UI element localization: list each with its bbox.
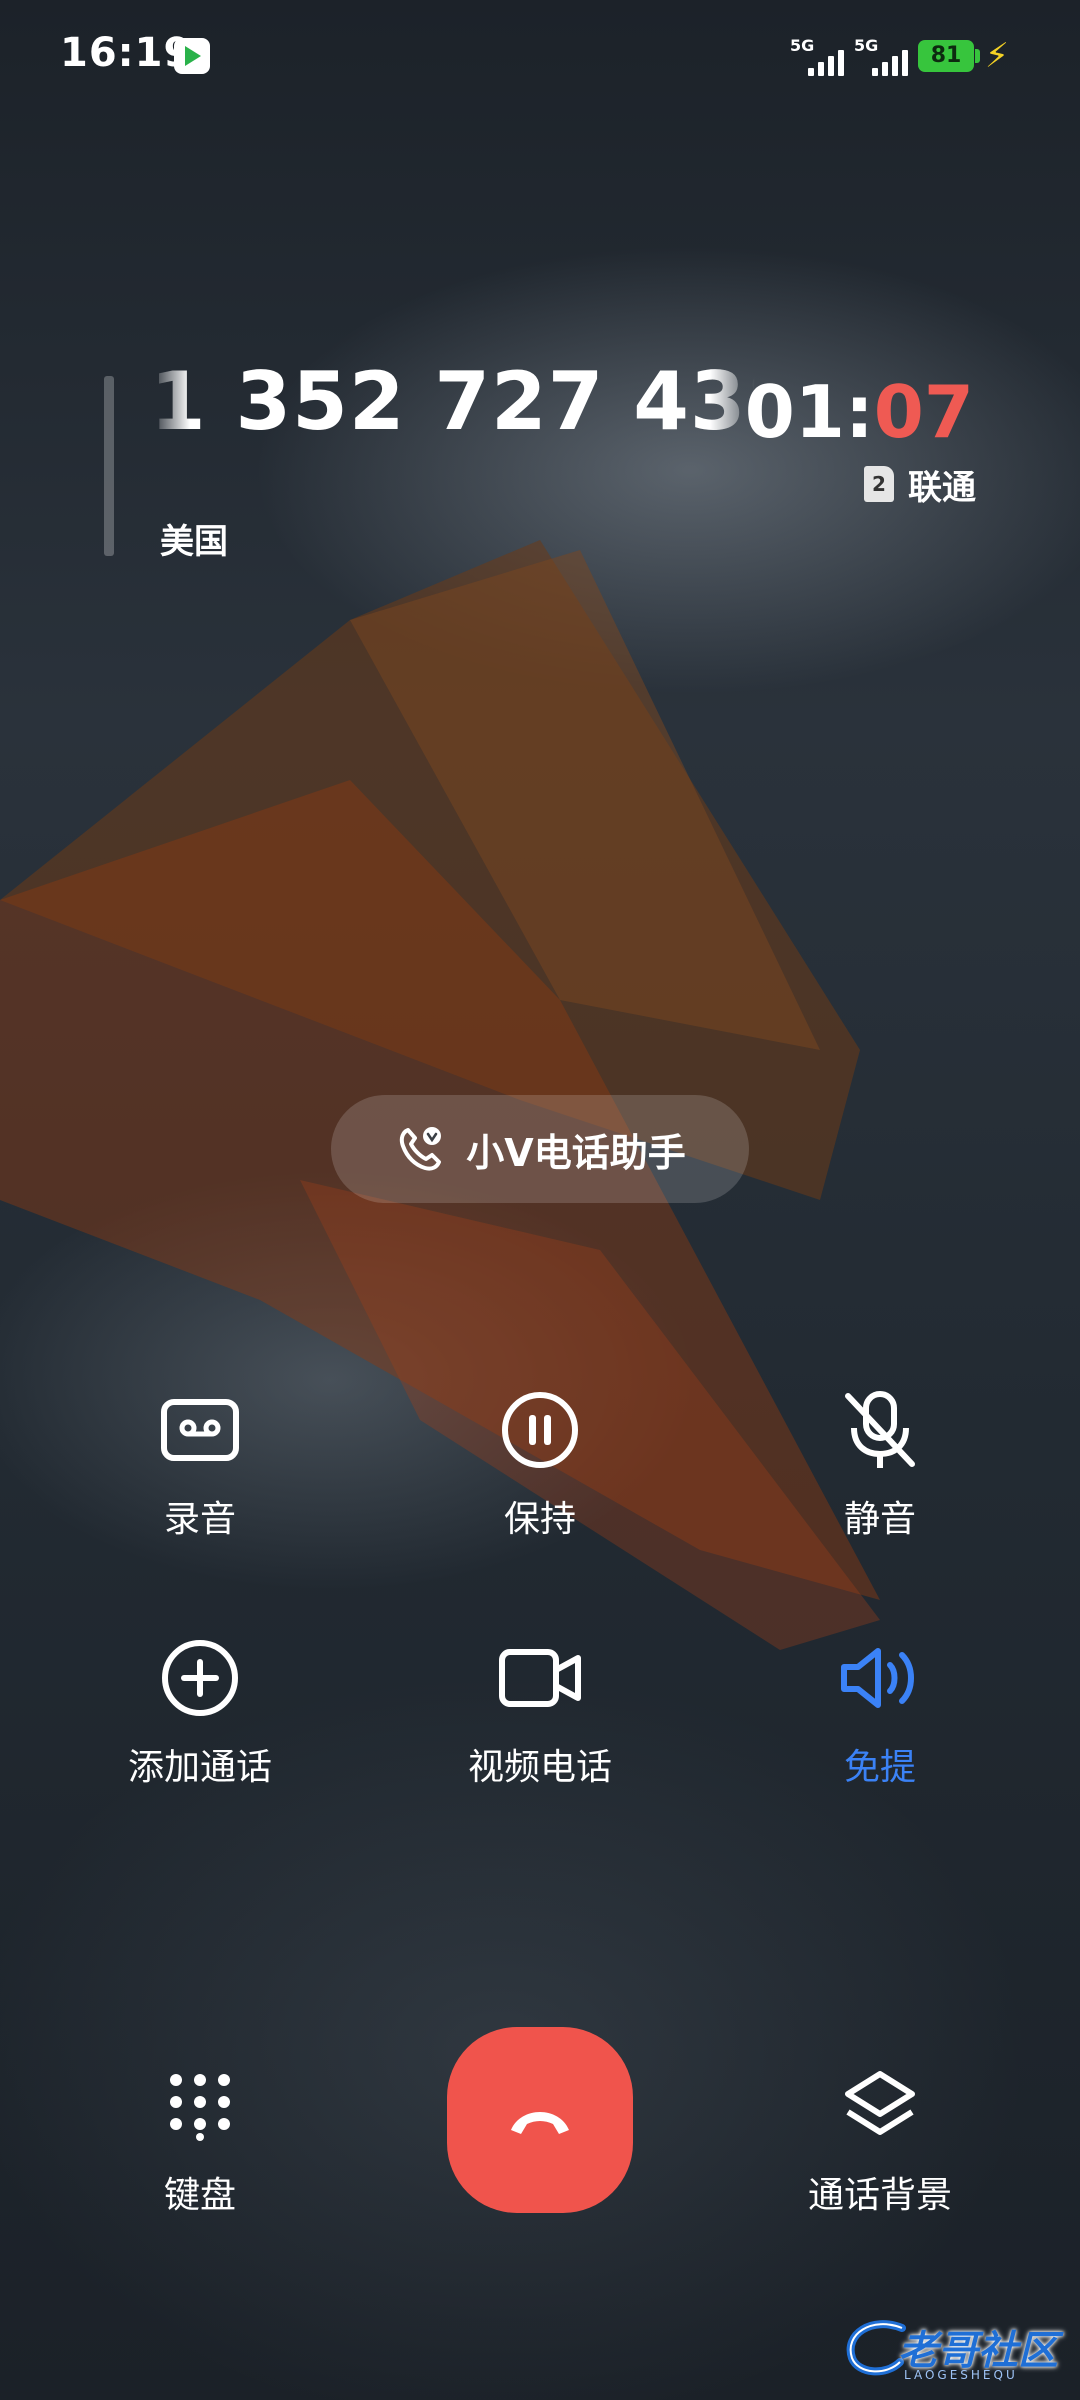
signal-strength-icon: 5G — [854, 36, 910, 76]
record-button[interactable]: 录音 — [70, 1388, 330, 1542]
call-background-button[interactable]: 通话背景 — [750, 2064, 1010, 2218]
video-camera-icon — [499, 1649, 581, 1707]
sim-card-icon: 2 — [864, 466, 894, 502]
watermark-subtext: LAOGESHEQU — [904, 2368, 1018, 2382]
end-call-button[interactable] — [447, 2027, 633, 2213]
hold-label: 保持 — [503, 1499, 576, 1540]
call-timer-main: 01: — [744, 370, 874, 454]
call-timer-seconds: 07 — [873, 370, 974, 454]
record-label: 录音 — [163, 1499, 236, 1540]
mute-icon — [845, 1391, 915, 1468]
keypad-label: 键盘 — [163, 2175, 236, 2216]
phone-number: 1 352 727 4385 — [150, 355, 755, 448]
status-bar: 16:19 5G 5G 81 ⚡ — [0, 0, 1080, 110]
keypad-button[interactable]: 键盘 — [70, 2064, 330, 2218]
mute-label: 静音 — [843, 1499, 916, 1540]
speaker-label: 免提 — [843, 1747, 916, 1788]
watermark: 老哥社区 LAOGESHEQU — [842, 2310, 1072, 2390]
carrier-name: 联通 — [908, 467, 976, 508]
status-time: 16:19 — [60, 30, 193, 76]
video-call-button[interactable]: 视频电话 — [410, 1636, 670, 1790]
phone-assistant-button[interactable]: 小V电话助手 — [331, 1095, 749, 1203]
speaker-icon — [841, 1648, 914, 1708]
battery-cap — [975, 49, 980, 63]
call-background-label: 通话背景 — [807, 2175, 952, 2216]
speaker-button[interactable]: 免提 — [750, 1636, 1010, 1790]
signal-strength-icon: 5G — [790, 36, 846, 76]
carrier-info: 2 联通 — [864, 462, 976, 508]
layers-icon — [845, 2071, 915, 2135]
add-call-button[interactable]: 添加通话 — [70, 1636, 330, 1790]
number-scroll-indicator — [104, 376, 114, 556]
battery-level: 81 — [918, 40, 974, 72]
phone-assistant-icon — [400, 1127, 442, 1171]
hang-up-icon — [511, 2112, 569, 2134]
phone-assistant-label: 小V电话助手 — [466, 1130, 686, 1175]
pause-icon — [502, 1392, 578, 1468]
keypad-icon — [170, 2074, 230, 2141]
record-icon — [161, 1399, 239, 1461]
add-call-label: 添加通话 — [127, 1747, 272, 1788]
video-app-icon — [174, 38, 210, 74]
video-call-label: 视频电话 — [467, 1747, 612, 1788]
bolt-icon: ⚡ — [985, 36, 1009, 76]
mute-button[interactable]: 静音 — [750, 1388, 1010, 1542]
caller-location: 美国 — [160, 522, 228, 562]
hold-button[interactable]: 保持 — [410, 1388, 670, 1542]
add-call-icon — [162, 1640, 238, 1716]
call-timer: 01:07 — [745, 370, 974, 454]
